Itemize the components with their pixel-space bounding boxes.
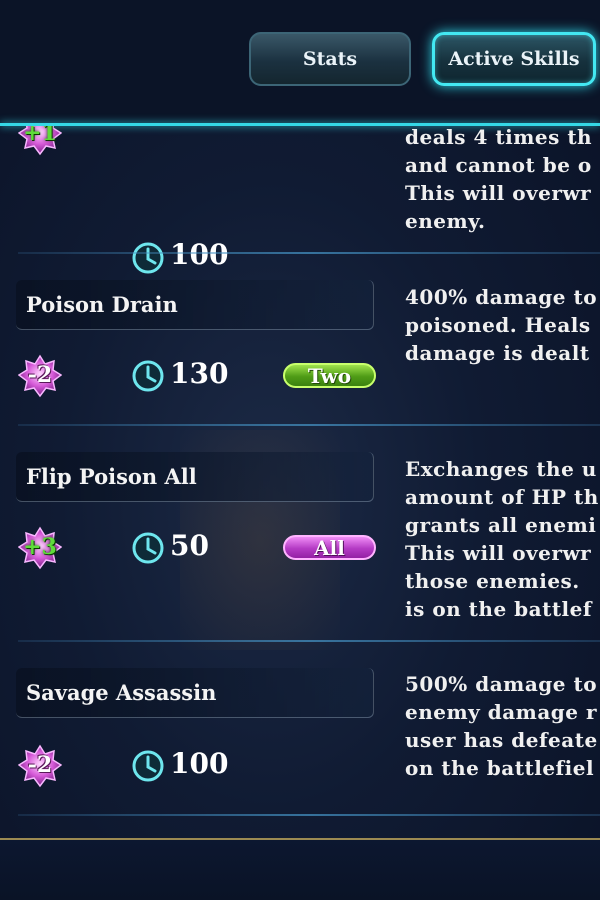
skill-cooldown-value: 130 xyxy=(170,357,229,390)
skill-cooldown-value: 100 xyxy=(170,238,229,271)
row-divider xyxy=(18,640,600,642)
description-line: poisoned. Heals xyxy=(405,313,591,337)
description-line: user has defeate xyxy=(405,728,598,752)
skill-cost-badge: -2 xyxy=(18,354,62,398)
description-line: deals 4 times th xyxy=(405,126,593,149)
clock-icon xyxy=(132,750,164,782)
skill-cost-value: +3 xyxy=(23,534,57,560)
tab-stats[interactable]: Stats xyxy=(249,32,411,86)
skill-description: 400% damage to poisoned. Heals damage is… xyxy=(405,283,600,367)
tab-bar: Stats Active Skills xyxy=(0,0,600,125)
description-line: on the battlefiel xyxy=(405,756,595,780)
tab-active-skills-label: Active Skills xyxy=(448,48,580,70)
skill-name-box: Poison Drain xyxy=(16,280,374,330)
skill-name: Savage Assassin xyxy=(26,680,217,705)
description-line: amount of HP th xyxy=(405,485,599,509)
skill-cooldown-value: 100 xyxy=(170,747,229,780)
skill-description: 500% damage to enemy damage r user has d… xyxy=(405,670,600,782)
skill-cost-badge: +3 xyxy=(18,526,62,570)
description-line: This will overwr xyxy=(405,541,592,565)
description-line: grants all enemi xyxy=(405,513,597,537)
target-badge-all: All xyxy=(283,535,376,560)
skill-name: Poison Drain xyxy=(26,292,178,317)
skill-description: Exchanges the u amount of HP th grants a… xyxy=(405,455,600,623)
skill-name-box: Savage Assassin xyxy=(16,668,374,718)
row-divider xyxy=(18,252,600,254)
description-line: This will overwr xyxy=(405,181,592,205)
description-line: 500% damage to xyxy=(405,672,598,696)
description-line: those enemies. xyxy=(405,569,580,593)
skill-row[interactable]: Savage Assassin -2 100 500% damage to en… xyxy=(0,666,600,826)
skill-cost-value: -2 xyxy=(27,362,53,388)
skill-name: Flip Poison All xyxy=(26,464,197,489)
skill-cost-value: -2 xyxy=(27,752,53,778)
target-badge-two: Two xyxy=(283,363,376,388)
skill-cost-badge: -2 xyxy=(18,744,62,788)
row-divider xyxy=(18,424,600,426)
row-divider xyxy=(18,814,600,816)
description-line: damage is dealt xyxy=(405,341,590,365)
skill-description: deals 4 times th and cannot be o This wi… xyxy=(405,126,600,235)
tab-active-skills[interactable]: Active Skills xyxy=(432,32,596,86)
clock-icon xyxy=(132,532,164,564)
description-line: enemy damage r xyxy=(405,700,598,724)
skill-cost-value: +1 xyxy=(23,126,57,146)
description-line: enemy. xyxy=(405,209,486,233)
skill-cost-badge: +1 xyxy=(18,126,62,156)
description-line: Exchanges the u xyxy=(405,457,597,481)
skill-list[interactable]: +1 100 deals 4 times th and cannot be o … xyxy=(0,126,600,838)
description-line: is on the battlef xyxy=(405,597,592,621)
skill-row[interactable]: Flip Poison All +3 50 All Exchanges the … xyxy=(0,450,600,640)
clock-icon xyxy=(132,360,164,392)
skill-name-box: Flip Poison All xyxy=(16,452,374,502)
footer-bar xyxy=(0,840,600,900)
skill-cooldown-value: 50 xyxy=(170,529,209,562)
skill-row[interactable]: Poison Drain -2 130 Two 400% damage to p… xyxy=(0,276,600,426)
description-line: 400% damage to xyxy=(405,285,598,309)
description-line: and cannot be o xyxy=(405,153,592,177)
skill-row[interactable]: +1 100 deals 4 times th and cannot be o … xyxy=(0,126,600,274)
tab-stats-label: Stats xyxy=(302,48,358,70)
clock-icon xyxy=(132,242,164,274)
